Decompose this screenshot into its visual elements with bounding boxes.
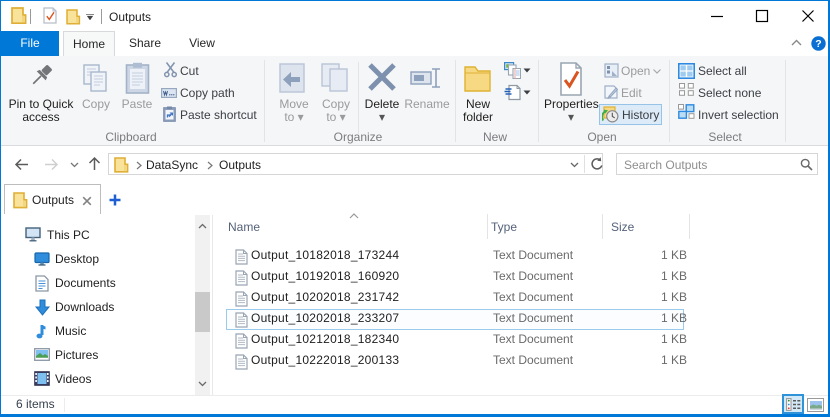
svg-text:?: ? [815, 38, 821, 50]
